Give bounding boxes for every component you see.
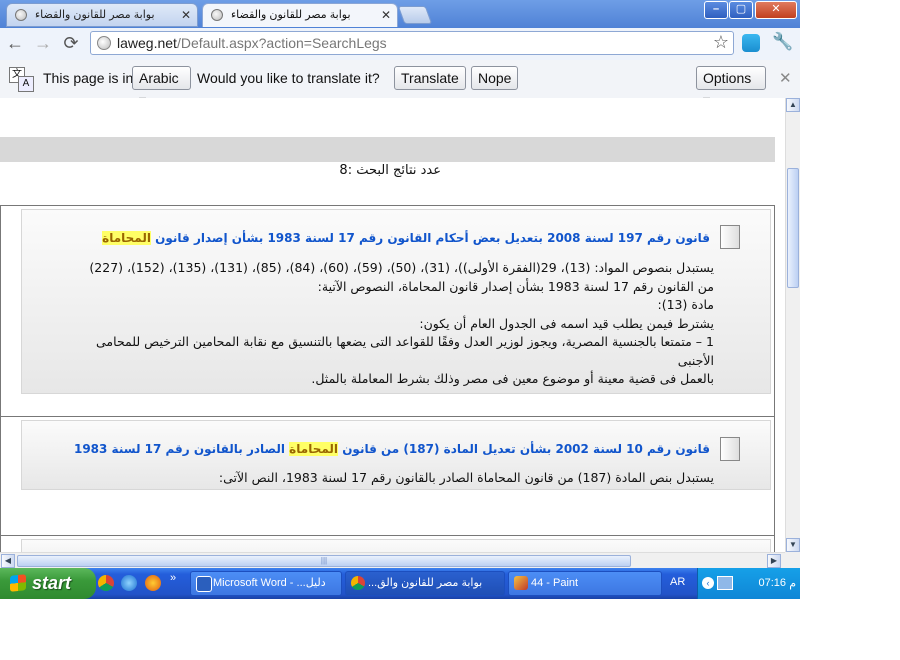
result-title-text: قانون رقم 10 لسنة 2002 بشأن تعديل المادة… xyxy=(338,442,710,456)
scroll-up-arrow-icon[interactable]: ▲ xyxy=(786,98,800,112)
page-content: عدد نتائج البحث :8 قانون رقم 197 لسنة 20… xyxy=(0,98,785,552)
show-more-icon[interactable]: » xyxy=(170,572,176,584)
scroll-down-arrow-icon[interactable]: ▼ xyxy=(786,538,800,552)
skype-extension-icon[interactable] xyxy=(742,34,760,52)
excerpt-line: يشترط فيمن يطلب قيد اسمه فى الجدول العام… xyxy=(419,315,714,331)
document-icon xyxy=(720,225,740,249)
translate-bar: 文 A This page is in Arabic ▾ Would you l… xyxy=(0,60,800,108)
search-result: قانون رقم 10 لسنة 2002 بشأن تعديل المادة… xyxy=(0,416,775,536)
vertical-scroll-thumb[interactable] xyxy=(787,168,799,288)
globe-icon xyxy=(15,9,27,21)
windows-logo-icon xyxy=(10,574,26,592)
task-chrome-label: ...بوابة مصر للقانون والق xyxy=(368,577,483,589)
translate-question: Would you like to translate it? xyxy=(197,70,380,86)
horizontal-scrollbar[interactable]: ◀ ||| ▶ xyxy=(0,552,785,568)
wrench-icon[interactable]: 🔧 xyxy=(772,32,793,52)
close-tab-icon[interactable]: ✕ xyxy=(381,4,391,26)
vertical-scrollbar[interactable]: ▲ ▼ xyxy=(785,98,800,552)
close-window-button[interactable]: ✕ xyxy=(755,1,797,19)
url-text: laweg.net/Default.aspx?action=SearchLegs xyxy=(117,35,387,51)
title-bar: بوابة مصر للقانون والقضاء ✕ بوابة مصر لل… xyxy=(0,0,800,28)
globe-icon xyxy=(97,36,111,50)
result-title-link[interactable]: قانون رقم 10 لسنة 2002 بشأن تعديل المادة… xyxy=(74,442,710,456)
task-word[interactable]: Microsoft Word - ...دليل xyxy=(190,571,342,596)
excerpt-line: يستبدل بنص المادة (187) من قانون المحاما… xyxy=(218,470,714,485)
clock: 07:16 xyxy=(758,577,786,589)
chrome-icon xyxy=(351,576,365,590)
result-box xyxy=(21,539,771,552)
result-box: قانون رقم 197 لسنة 2008 بتعديل بعض أحكام… xyxy=(21,209,771,394)
options-button[interactable]: Options ▾ xyxy=(696,66,766,108)
translate-button[interactable]: Translate xyxy=(394,66,466,90)
tray-expand-icon[interactable]: ‹ xyxy=(702,577,714,589)
back-button[interactable]: ← xyxy=(4,32,26,54)
scroll-corner xyxy=(785,552,800,568)
highlighted-term: المحاماة xyxy=(102,231,151,245)
excerpt-line: من القانون رقم 17 لسنة 1983 بشأن إصدار ق… xyxy=(317,278,714,294)
search-result: قانون رقم 197 لسنة 2008 بتعديل بعض أحكام… xyxy=(0,205,775,417)
forward-button[interactable]: → xyxy=(32,32,54,54)
result-title-text: قانون رقم 197 لسنة 2008 بتعديل بعض أحكام… xyxy=(150,231,710,245)
clock-period: م xyxy=(789,578,796,590)
result-title-link[interactable]: قانون رقم 197 لسنة 2008 بتعديل بعض أحكام… xyxy=(102,231,710,245)
excerpt-line: مادة (13): xyxy=(657,297,714,312)
language-indicator[interactable]: AR xyxy=(670,576,685,588)
start-label: start xyxy=(32,573,72,593)
close-tab-icon[interactable]: ✕ xyxy=(181,4,191,26)
paint-icon xyxy=(514,576,528,590)
internet-explorer-icon[interactable] xyxy=(121,575,137,591)
result-excerpt: يستبدل بنص المادة (187) من قانون المحاما… xyxy=(62,469,714,488)
chrome-icon[interactable] xyxy=(98,575,114,591)
address-bar[interactable]: laweg.net/Default.aspx?action=SearchLegs… xyxy=(90,31,734,55)
firefox-icon[interactable] xyxy=(145,575,161,591)
translate-prefix: This page is in xyxy=(43,70,134,86)
excerpt-line: بالعمل فى قضية معينة أو موضوع معين فى مص… xyxy=(311,371,714,386)
close-translate-bar-icon[interactable]: ✕ xyxy=(779,69,792,87)
translate-icon: 文 A xyxy=(9,67,34,92)
url-host: laweg.net xyxy=(117,35,177,51)
new-tab-button[interactable] xyxy=(397,6,433,24)
excerpt-line: يستبدل بنصوص المواد: (13)، 29(الفقرة الأ… xyxy=(89,260,714,275)
search-count-value: 8 xyxy=(339,163,348,178)
globe-icon xyxy=(211,9,223,21)
network-icon[interactable] xyxy=(717,576,733,590)
word-icon xyxy=(196,576,212,592)
header-bar xyxy=(0,137,775,162)
task-paint[interactable]: 44 - Paint xyxy=(508,571,662,596)
reload-button[interactable]: ⟳ xyxy=(60,32,82,54)
taskbar: start » Microsoft Word - ...دليل ...بواب… xyxy=(0,568,800,599)
result-box: قانون رقم 10 لسنة 2002 بشأن تعديل المادة… xyxy=(21,420,771,490)
tab-2-title: بوابة مصر للقانون والقضاء xyxy=(231,9,351,21)
maximize-button[interactable]: ▢ xyxy=(729,1,753,19)
search-result xyxy=(0,535,775,552)
result-title-text: الصادر بالقانون رقم 17 لسنة 1983 xyxy=(73,442,290,456)
minimize-button[interactable]: – xyxy=(704,1,728,19)
tab-1[interactable]: بوابة مصر للقانون والقضاء ✕ xyxy=(6,3,198,27)
language-select[interactable]: Arabic ▾ xyxy=(132,66,191,108)
task-word-label: Microsoft Word - ...دليل xyxy=(213,577,326,589)
system-tray: ‹ 07:16 م xyxy=(697,568,800,599)
result-excerpt: يستبدل بنصوص المواد: (13)، 29(الفقرة الأ… xyxy=(62,259,714,389)
search-count-label: عدد نتائج البحث : xyxy=(347,163,441,178)
document-icon xyxy=(720,437,740,461)
url-path: /Default.aspx?action=SearchLegs xyxy=(176,35,387,51)
task-chrome[interactable]: ...بوابة مصر للقانون والق xyxy=(345,571,505,596)
bookmark-star-icon[interactable]: ☆ xyxy=(713,32,729,53)
nope-button[interactable]: Nope xyxy=(471,66,519,90)
task-paint-label: 44 - Paint xyxy=(531,577,579,589)
tab-2[interactable]: بوابة مصر للقانون والقضاء ✕ xyxy=(202,3,398,27)
highlighted-term: المحاماة xyxy=(289,442,339,456)
scroll-left-arrow-icon[interactable]: ◀ xyxy=(1,554,15,568)
horizontal-scroll-thumb[interactable]: ||| xyxy=(17,555,631,567)
excerpt-line: 1 – متمتعا بالجنسية المصرية، ويجوز لوزير… xyxy=(96,334,714,368)
browser-toolbar: ← → ⟳ laweg.net/Default.aspx?action=Sear… xyxy=(0,28,800,61)
start-button[interactable]: start xyxy=(0,568,96,599)
tab-1-title: بوابة مصر للقانون والقضاء xyxy=(35,9,155,21)
scroll-right-arrow-icon[interactable]: ▶ xyxy=(767,554,781,568)
search-count: عدد نتائج البحث :8 xyxy=(0,163,441,178)
